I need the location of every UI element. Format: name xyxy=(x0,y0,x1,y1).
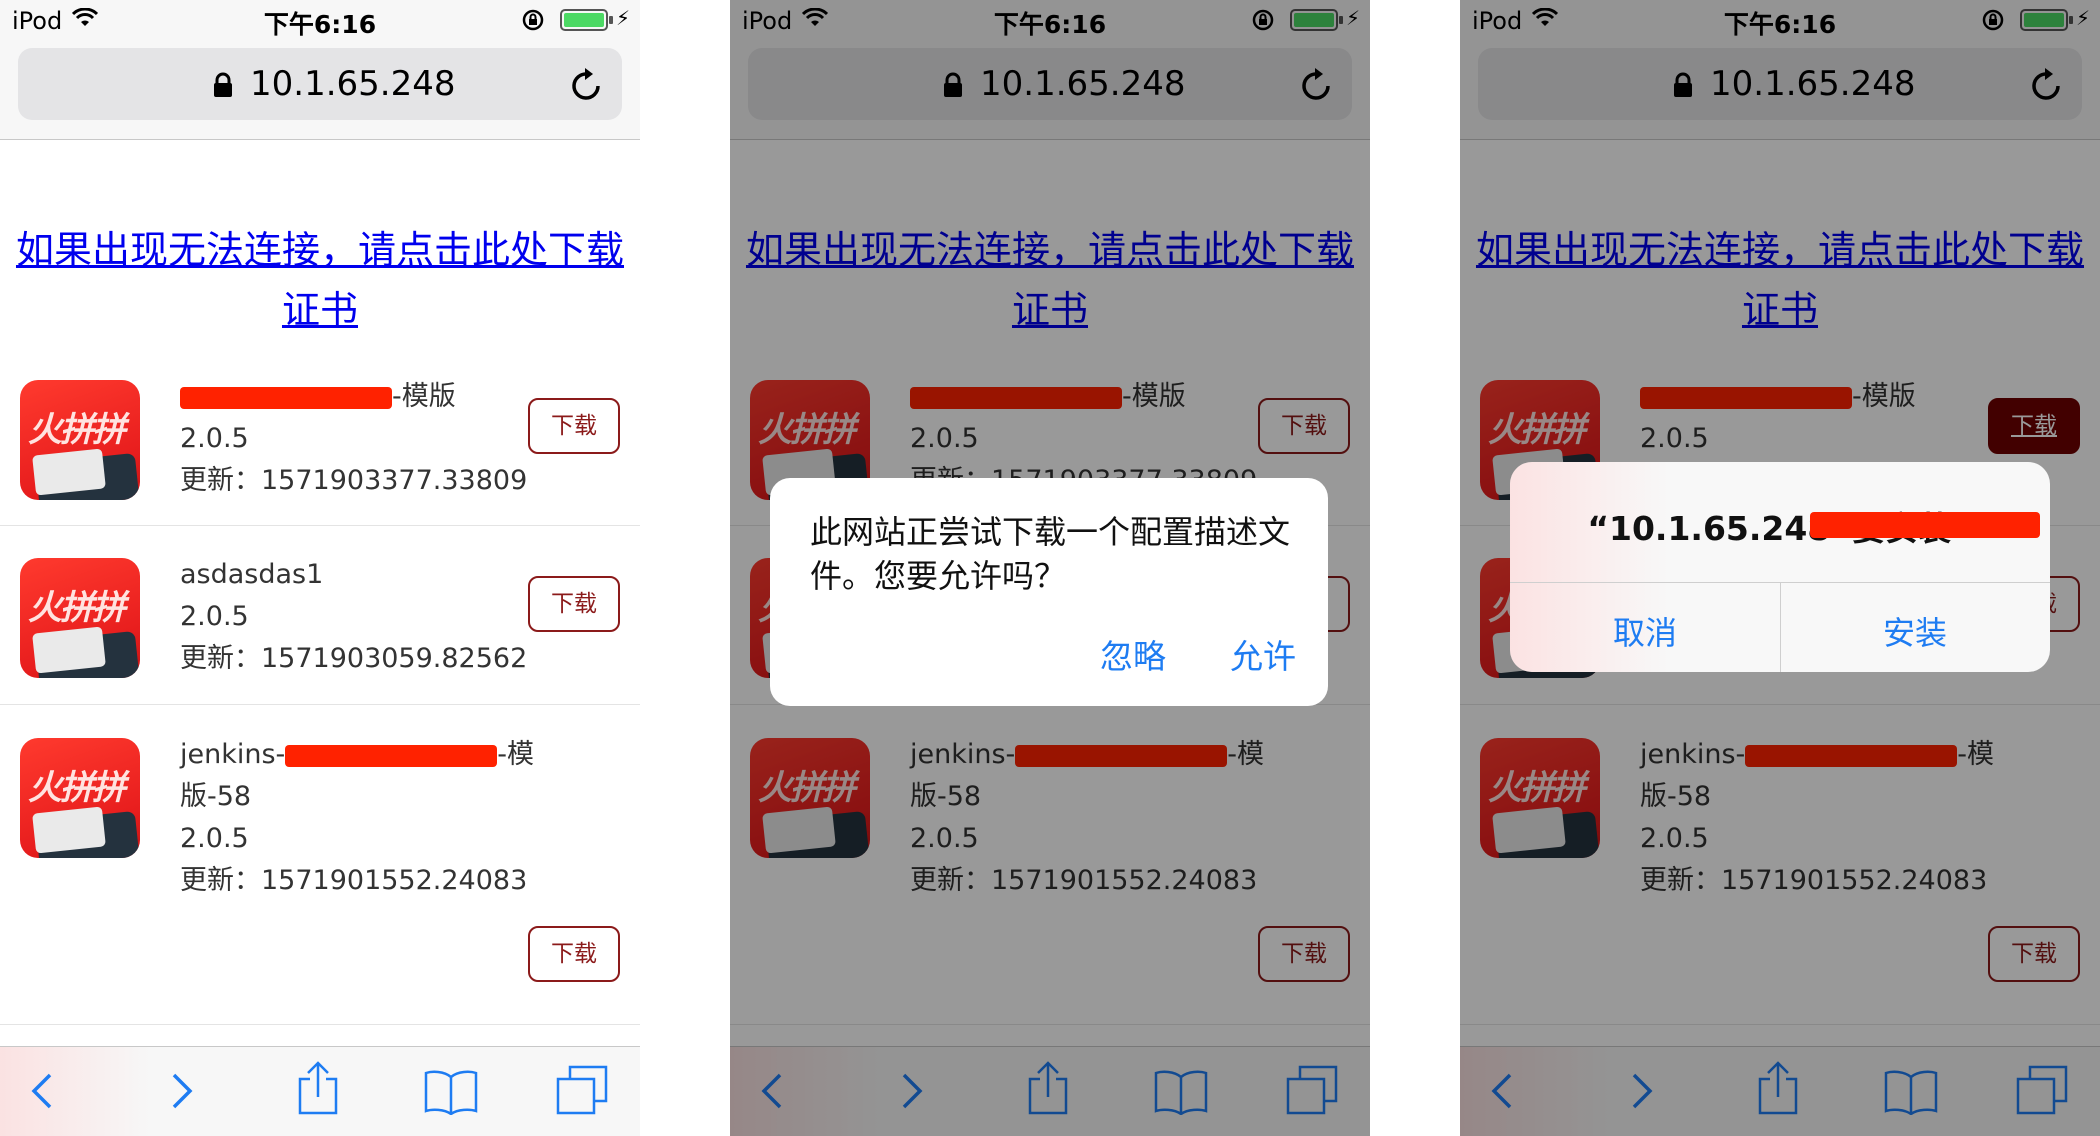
forward-icon[interactable] xyxy=(170,1071,194,1115)
app-name: -模版 xyxy=(180,376,527,418)
app-version: 2.0.5 xyxy=(180,823,249,854)
url-text[interactable]: 10.1.65.248 xyxy=(250,64,455,104)
back-icon[interactable] xyxy=(30,1071,54,1115)
app-updated: 更新：1571903059.82562 xyxy=(180,643,528,674)
lock-icon xyxy=(213,72,233,102)
card-chip-image xyxy=(32,626,106,674)
redaction-mark xyxy=(1810,512,2040,538)
bookmarks-icon[interactable] xyxy=(424,1069,478,1119)
app-info: -模版 2.0.5 更新：1571903377.33809 xyxy=(180,376,527,502)
charging-icon: ⚡ xyxy=(616,6,631,30)
allow-button[interactable]: 允许 xyxy=(1230,630,1296,678)
orientation-lock-icon xyxy=(522,9,544,35)
phone-screen-2: iPod 下午6:16 ⚡ 10.1.65.248 如果出现无法连接，请点击此处下载证书… xyxy=(730,0,1370,1136)
install-profile-dialog: “10.1.65.248”要安装“ 取消 安装 xyxy=(1510,462,2050,672)
screenshot-stage: iPod 下午6:16 ⚡ 10.1.65.248 如果出现无法连接，请点击此处下载证书… xyxy=(0,0,2100,1136)
ignore-button[interactable]: 忽略 xyxy=(1100,630,1166,678)
app-item: 火拼拼 -模版 2.0.5 更新：1571903377.33809下载 xyxy=(0,380,640,520)
browser-toolbar xyxy=(0,1046,640,1136)
app-logo-text: 火拼拼 xyxy=(28,588,126,628)
app-info: jenkins- -模版-58 2.0.5 更新：1571901552.24083 xyxy=(180,734,534,902)
app-updated: 更新：1571901552.24083 xyxy=(180,865,528,896)
app-name-suffix: -模版 xyxy=(392,381,456,412)
app-icon: 火拼拼 xyxy=(20,558,140,678)
app-logo-text: 火拼拼 xyxy=(28,768,126,808)
redaction-mark xyxy=(180,386,392,409)
dialog-message: 此网站正尝试下载一个配置描述文件。您要允许吗？ xyxy=(810,513,1291,595)
list-divider xyxy=(0,1024,640,1025)
reload-icon[interactable] xyxy=(570,66,604,106)
app-logo-text: 火拼拼 xyxy=(28,410,126,450)
status-time: 下午6:16 xyxy=(263,10,377,39)
app-version: 2.0.5 xyxy=(180,601,249,632)
app-name: asdasdas1 xyxy=(180,559,324,590)
app-name-suffix: -模 xyxy=(497,739,535,770)
card-chip-image xyxy=(32,806,106,854)
page-content: 如果出现无法连接，请点击此处下载证书火拼拼 -模版 2.0.5 更新：15719033… xyxy=(0,140,640,1046)
share-icon[interactable] xyxy=(296,1061,340,1119)
download-button[interactable]: 下载 xyxy=(528,398,620,454)
download-button[interactable]: 下载 xyxy=(528,926,620,982)
app-name: jenkins- -模 xyxy=(180,734,534,776)
cancel-button[interactable]: 取消 xyxy=(1510,608,1780,654)
phone-screen-3: iPod 下午6:16 ⚡ 10.1.65.248 如果出现无法连接，请点击此处下载证书… xyxy=(1460,0,2100,1136)
download-certificate-link[interactable]: 如果出现无法连接，请点击此处下载证书 xyxy=(14,220,626,340)
app-info: asdasdas1 2.0.5 更新：1571903059.82562 xyxy=(180,554,527,680)
app-item: 火拼拼 asdasdas1 2.0.5 更新：1571903059.82562下载 xyxy=(0,558,640,698)
browser-header: 10.1.65.248 xyxy=(0,40,640,140)
app-name-continued: 版-58 xyxy=(180,781,252,812)
list-divider xyxy=(0,704,640,705)
app-icon: 火拼拼 xyxy=(20,738,140,858)
app-version: 2.0.5 xyxy=(180,423,249,454)
app-updated: 更新：1571903377.33809 xyxy=(180,465,528,496)
download-button[interactable]: 下载 xyxy=(528,576,620,632)
battery-icon xyxy=(560,9,614,35)
phone-screen-1: iPod 下午6:16 ⚡ 10.1.65.248 如果出现无法连接，请点击此处下载证书… xyxy=(0,0,640,1136)
address-bar[interactable]: 10.1.65.248 xyxy=(18,48,622,120)
card-chip-image xyxy=(32,448,106,496)
app-icon: 火拼拼 xyxy=(20,380,140,500)
profile-download-dialog: 此网站正尝试下载一个配置描述文件。您要允许吗？ 忽略 允许 xyxy=(770,478,1328,706)
install-button[interactable]: 安装 xyxy=(1780,608,2050,654)
app-item: 火拼拼 jenkins- -模版-58 2.0.5 更新：1571901552.2408… xyxy=(0,738,640,1008)
redaction-mark xyxy=(285,744,498,767)
list-divider xyxy=(0,525,640,526)
status-bar: iPod 下午6:16 ⚡ xyxy=(0,0,640,40)
toolbar-highlight xyxy=(0,1047,150,1136)
app-name-prefix: jenkins- xyxy=(180,739,286,770)
tabs-icon[interactable] xyxy=(556,1065,608,1119)
